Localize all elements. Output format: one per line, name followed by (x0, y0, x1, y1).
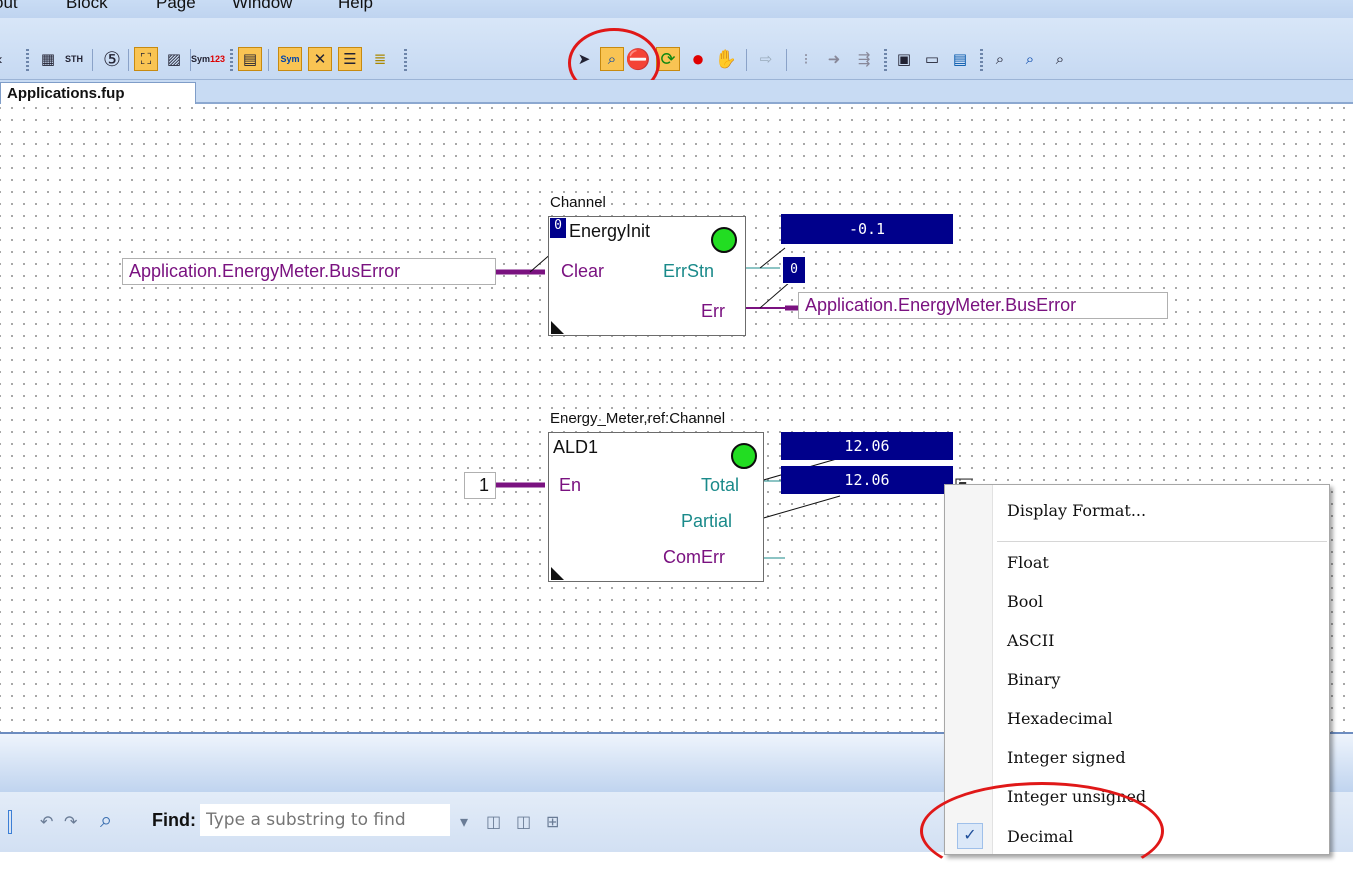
new-page-icon[interactable]: ▭ (920, 47, 944, 71)
block-view-icon[interactable]: ⛶ (134, 47, 158, 71)
menu-item-ascii[interactable]: ASCII (1007, 631, 1054, 650)
menu-item-integer-signed[interactable]: Integer signed (1007, 748, 1126, 767)
toolbar-grip[interactable] (884, 49, 887, 71)
step-arrow-icon[interactable]: ⇨ (754, 47, 778, 71)
data-icon[interactable]: ≣ (368, 47, 392, 71)
pin-comerr[interactable]: ComErr (663, 547, 725, 568)
toolbar-separator (786, 49, 787, 71)
pin-errstn[interactable]: ErrStn (663, 261, 714, 282)
menu-item-hexadecimal[interactable]: Hexadecimal (1007, 709, 1113, 728)
cross-reference-icon[interactable]: ✕ (308, 47, 332, 71)
find-label: Find: (152, 810, 196, 830)
menu-item-display-format[interactable]: Display Format... (1007, 501, 1146, 520)
toolbar-grip[interactable] (404, 49, 407, 71)
power-icon[interactable]: ⑤ (100, 47, 124, 71)
chart-icon[interactable]: ▨ (162, 47, 186, 71)
menu-item[interactable]: out (0, 0, 18, 13)
value-display[interactable]: -0.1 (781, 214, 953, 244)
step-out-icon[interactable]: ⇶ (852, 47, 876, 71)
block-title: Channel (550, 194, 606, 211)
pin-total[interactable]: Total (701, 475, 739, 496)
corner-marker-icon (551, 321, 564, 334)
sym-123-label: 123 (210, 53, 226, 64)
sth-label: STH (65, 53, 83, 64)
redo-icon[interactable]: ↷ (64, 812, 77, 832)
corner-marker-icon (551, 567, 564, 580)
menu-separator (997, 541, 1327, 542)
undo-icon[interactable]: ↶ (40, 812, 53, 832)
pin-clear[interactable]: Clear (561, 261, 604, 282)
menu-item-binary[interactable]: Binary (1007, 670, 1060, 689)
menu-item-float[interactable]: Float (1007, 553, 1049, 572)
constant-input-box[interactable]: 1 (464, 472, 496, 499)
toolbar-grip[interactable] (230, 49, 233, 71)
list-icon[interactable]: ☰ (338, 47, 362, 71)
chevron-left-icon[interactable]: ‹ (0, 47, 6, 71)
find-next-icon[interactable]: ◫ (516, 812, 531, 832)
output-signal-box[interactable]: Application.EnergyMeter.BusError (798, 292, 1168, 319)
tab-strip: Applications.fup (0, 80, 1353, 104)
pin-en[interactable]: En (559, 475, 581, 496)
find-options-icon[interactable]: ⊞ (546, 812, 559, 832)
toolbar-separator (92, 49, 93, 71)
sth-button[interactable]: STH (62, 47, 86, 71)
page-icon[interactable]: ▣ (892, 47, 916, 71)
energyinit-block[interactable]: 0 EnergyInit Clear ErrStn Err (548, 216, 746, 336)
zoom-fit-icon[interactable]: ⌕ (988, 47, 1012, 71)
tab-applications-fup[interactable]: Applications.fup (0, 82, 196, 104)
menu-item-block[interactable]: Block (66, 0, 108, 13)
block-title: Energy_Meter,ref:Channel (550, 410, 726, 427)
dropdown-arrow-icon[interactable]: ▾ (460, 812, 468, 832)
panel-edge (8, 810, 12, 834)
halt-hand-icon[interactable]: ✋ (714, 47, 738, 71)
input-signal-box[interactable]: Application.EnergyMeter.BusError (122, 258, 496, 285)
find-magnifier-icon: ⌕ (100, 807, 113, 832)
toolbar-grip[interactable] (980, 49, 983, 71)
status-area (0, 852, 1353, 880)
menu-item-bool[interactable]: Bool (1007, 592, 1043, 611)
toolbar-separator (128, 49, 129, 71)
wire-link (759, 281, 791, 309)
channel-value[interactable]: 0 (549, 217, 567, 239)
pin-err[interactable]: Err (701, 301, 725, 322)
value-display-selected[interactable]: 12.06 (781, 466, 953, 494)
export-icon[interactable]: ▤ (948, 47, 972, 71)
block-name: EnergyInit (569, 221, 651, 241)
block-name: ALD1 (553, 437, 599, 457)
toolbar-separator (746, 49, 747, 71)
zoom-out-icon[interactable]: ⌕ (1048, 47, 1072, 71)
menu-item-window[interactable]: Window (232, 0, 292, 13)
record-icon[interactable]: ● (686, 46, 710, 71)
find-input[interactable] (200, 804, 450, 836)
calendar-icon[interactable]: ▦ (36, 47, 60, 71)
find-previous-icon[interactable]: ◫ (486, 812, 501, 832)
value-display-total[interactable]: 12.06 (781, 432, 953, 460)
status-led-icon (731, 443, 757, 469)
toolbar-grip[interactable] (26, 49, 29, 71)
symbol-editor-button[interactable]: Sym (278, 47, 302, 71)
sym-label: Sym (190, 53, 210, 64)
app-window: out Block Page Window Help ‹ ▦ STH ⑤ ⛶ ▨… (0, 0, 1353, 880)
toolbar: ‹ ▦ STH ⑤ ⛶ ▨ Sym123 ▤ Sym ✕ ☰ ≣ ➤ ⌕ ⛔ ⟳… (0, 18, 1353, 98)
zoom-in-icon[interactable]: ⌕ (1018, 47, 1042, 71)
highlight-circle (920, 782, 1164, 880)
status-led-icon (711, 227, 737, 253)
sym-123-button[interactable]: Sym 123 (191, 47, 225, 71)
step-over-icon[interactable]: ➜ (822, 47, 846, 71)
step-into-icon[interactable]: ⁝ (794, 47, 818, 71)
symbol-editor-label: Sym (280, 53, 300, 64)
menu-bar: out Block Page Window Help (0, 0, 1353, 18)
wire-link (759, 495, 841, 520)
toolbar-separator (268, 49, 269, 71)
errstn-value[interactable]: 0 (782, 256, 806, 284)
menu-item-help[interactable]: Help (338, 0, 373, 13)
ald1-block[interactable]: ALD1 En Total Partial ComErr (548, 432, 764, 582)
pin-partial[interactable]: Partial (681, 511, 732, 532)
properties-icon[interactable]: ▤ (238, 47, 262, 71)
menu-item-page[interactable]: Page (156, 0, 196, 13)
